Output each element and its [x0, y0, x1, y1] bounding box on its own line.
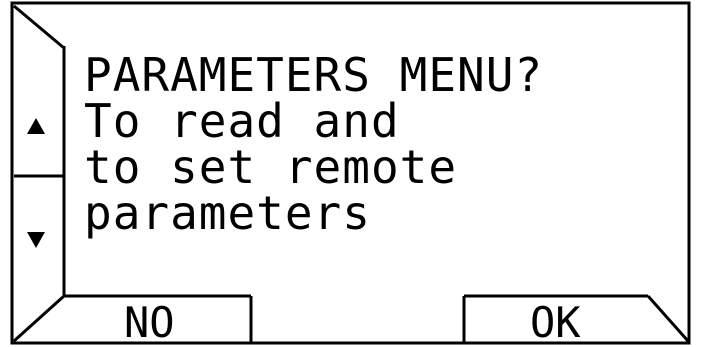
triangle-down-icon — [27, 232, 45, 248]
message-line-4: parameters — [84, 186, 371, 240]
message-line-3: to set remote — [84, 140, 458, 194]
message-title: PARAMETERS MENU? — [84, 48, 544, 102]
message-line-2: To read and — [84, 94, 400, 148]
bottom-right-diagonal — [646, 295, 690, 342]
top-left-diagonal — [13, 4, 65, 50]
scroll-down-button[interactable] — [14, 200, 58, 280]
ok-button[interactable]: OK — [464, 292, 648, 346]
lcd-screen: PARAMETERS MENU? To read and to set remo… — [0, 0, 704, 346]
no-button-label: NO — [124, 298, 175, 347]
bottom-left-diagonal — [12, 294, 66, 343]
no-button[interactable]: NO — [64, 292, 251, 346]
scroll-up-button[interactable] — [14, 86, 58, 166]
triangle-up-icon — [27, 118, 45, 134]
ok-button-label: OK — [530, 298, 581, 347]
